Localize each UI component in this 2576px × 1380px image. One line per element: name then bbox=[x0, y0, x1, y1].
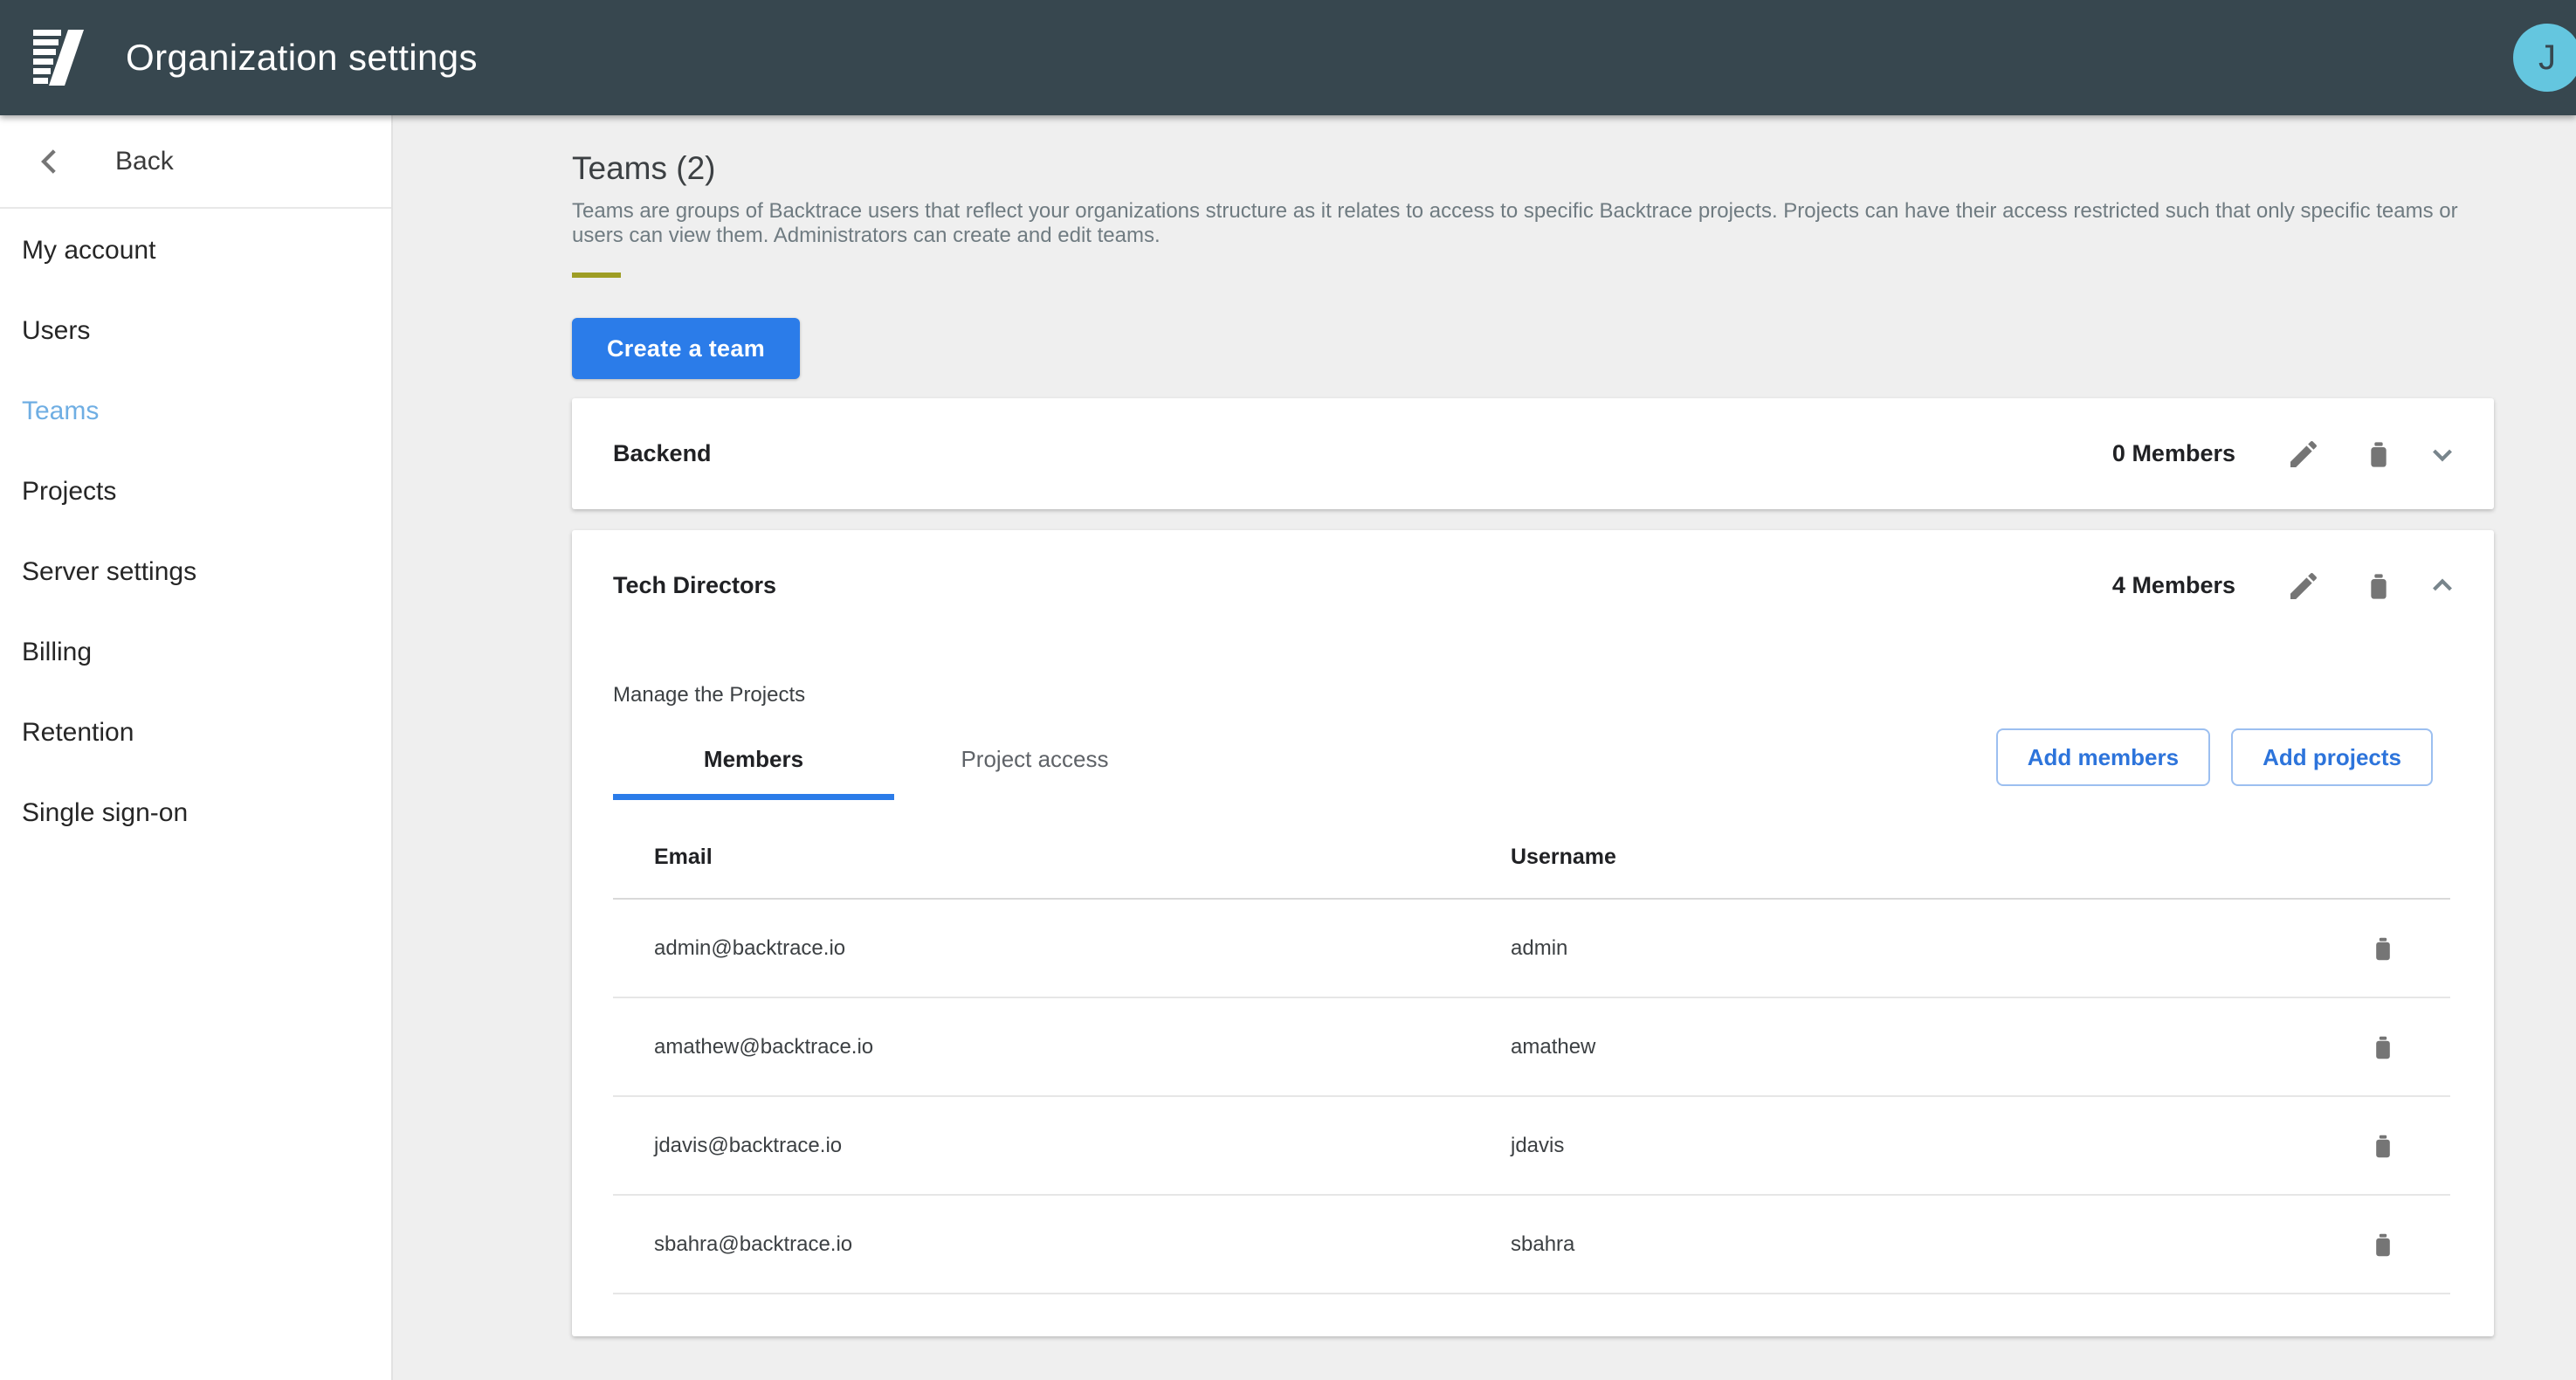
delete-team-button[interactable] bbox=[2361, 569, 2396, 604]
add-projects-button[interactable]: Add projects bbox=[2231, 728, 2433, 786]
table-row: amathew@backtrace.io amathew bbox=[613, 998, 2450, 1097]
sidebar-item-users[interactable]: Users bbox=[0, 291, 391, 371]
tabs: Members Project access bbox=[613, 734, 1175, 800]
member-username: amathew bbox=[1511, 1035, 2367, 1059]
table-row: admin@backtrace.io admin bbox=[613, 900, 2450, 998]
app-header: Organization settings J bbox=[0, 0, 2576, 115]
chevron-down-icon bbox=[2426, 438, 2459, 471]
member-username: sbahra bbox=[1511, 1232, 2367, 1257]
trash-icon bbox=[2367, 1130, 2399, 1162]
tab-members[interactable]: Members bbox=[613, 734, 894, 800]
section-title: Teams (2) bbox=[572, 150, 2576, 187]
team-card-header: Tech Directors 4 Members bbox=[572, 530, 2494, 641]
back-button[interactable]: Back bbox=[0, 115, 391, 209]
edit-team-button[interactable] bbox=[2286, 569, 2321, 604]
remove-member-button[interactable] bbox=[2367, 1130, 2399, 1162]
table-row: jdavis@backtrace.io jdavis bbox=[613, 1097, 2450, 1196]
main-content: Teams (2) Teams are groups of Backtrace … bbox=[393, 115, 2576, 1380]
members-count: 0 Members bbox=[2112, 440, 2235, 467]
pencil-icon bbox=[2286, 569, 2321, 604]
member-email: admin@backtrace.io bbox=[654, 936, 1511, 961]
table-row: sbahra@backtrace.io sbahra bbox=[613, 1196, 2450, 1294]
team-card-header: Backend 0 Members bbox=[572, 398, 2494, 509]
trash-icon bbox=[2361, 569, 2396, 604]
team-name: Tech Directors bbox=[613, 572, 776, 599]
sidebar-item-teams[interactable]: Teams bbox=[0, 371, 391, 452]
remove-member-button[interactable] bbox=[2367, 1229, 2399, 1260]
page-title: Organization settings bbox=[126, 37, 478, 79]
table-body: admin@backtrace.io admin amathew@backtra… bbox=[613, 900, 2450, 1294]
avatar[interactable]: J bbox=[2513, 24, 2576, 92]
members-table: Email Username admin@backtrace.io admin … bbox=[613, 816, 2450, 1296]
sidebar-item-server-settings[interactable]: Server settings bbox=[0, 532, 391, 612]
backtrace-logo-icon bbox=[33, 30, 89, 86]
sidebar-item-retention[interactable]: Retention bbox=[0, 693, 391, 773]
team-name: Backend bbox=[613, 440, 712, 467]
add-members-button[interactable]: Add members bbox=[1996, 728, 2210, 786]
team-actions: Add members Add projects bbox=[1996, 728, 2433, 786]
remove-member-button[interactable] bbox=[2367, 933, 2399, 964]
chevron-left-icon bbox=[31, 143, 68, 180]
members-count: 4 Members bbox=[2112, 572, 2235, 599]
expand-team-button[interactable] bbox=[2426, 438, 2459, 471]
member-username: admin bbox=[1511, 936, 2367, 961]
trash-icon bbox=[2361, 437, 2396, 472]
card-footer-padding bbox=[572, 1296, 2494, 1336]
trash-icon bbox=[2367, 1032, 2399, 1063]
app-window: Organization settings J Back My accountU… bbox=[0, 0, 2576, 1380]
tab-project-access[interactable]: Project access bbox=[894, 734, 1175, 800]
table-header-row: Email Username bbox=[613, 816, 2450, 900]
sidebar-item-single-sign-on[interactable]: Single sign-on bbox=[0, 773, 391, 853]
team-card-backend: Backend 0 Members bbox=[572, 398, 2494, 509]
collapse-team-button[interactable] bbox=[2426, 569, 2459, 603]
trash-icon bbox=[2367, 933, 2399, 964]
sidebar: Back My accountUsersTeamsProjectsServer … bbox=[0, 115, 393, 1380]
remove-member-button[interactable] bbox=[2367, 1032, 2399, 1063]
sidebar-item-projects[interactable]: Projects bbox=[0, 452, 391, 532]
edit-team-button[interactable] bbox=[2286, 437, 2321, 472]
team-description: Manage the Projects bbox=[572, 683, 2494, 707]
sidebar-item-billing[interactable]: Billing bbox=[0, 612, 391, 693]
member-email: jdavis@backtrace.io bbox=[654, 1134, 1511, 1158]
member-email: amathew@backtrace.io bbox=[654, 1035, 1511, 1059]
pencil-icon bbox=[2286, 437, 2321, 472]
member-username: jdavis bbox=[1511, 1134, 2367, 1158]
back-label: Back bbox=[115, 147, 174, 176]
trash-icon bbox=[2367, 1229, 2399, 1260]
column-header-username: Username bbox=[1511, 845, 2450, 870]
accent-divider bbox=[572, 273, 621, 278]
avatar-initial: J bbox=[2538, 38, 2556, 78]
team-controls: Members Project access Add members Add p… bbox=[572, 728, 2494, 800]
section-description: Teams are groups of Backtrace users that… bbox=[572, 199, 2493, 248]
chevron-up-icon bbox=[2426, 569, 2459, 603]
member-email: sbahra@backtrace.io bbox=[654, 1232, 1511, 1257]
sidebar-nav: My accountUsersTeamsProjectsServer setti… bbox=[0, 209, 391, 853]
sidebar-item-my-account[interactable]: My account bbox=[0, 210, 391, 291]
delete-team-button[interactable] bbox=[2361, 437, 2396, 472]
column-header-email: Email bbox=[654, 845, 1511, 870]
team-card-tech-directors: Tech Directors 4 Members bbox=[572, 530, 2494, 1336]
create-team-button[interactable]: Create a team bbox=[572, 318, 800, 379]
